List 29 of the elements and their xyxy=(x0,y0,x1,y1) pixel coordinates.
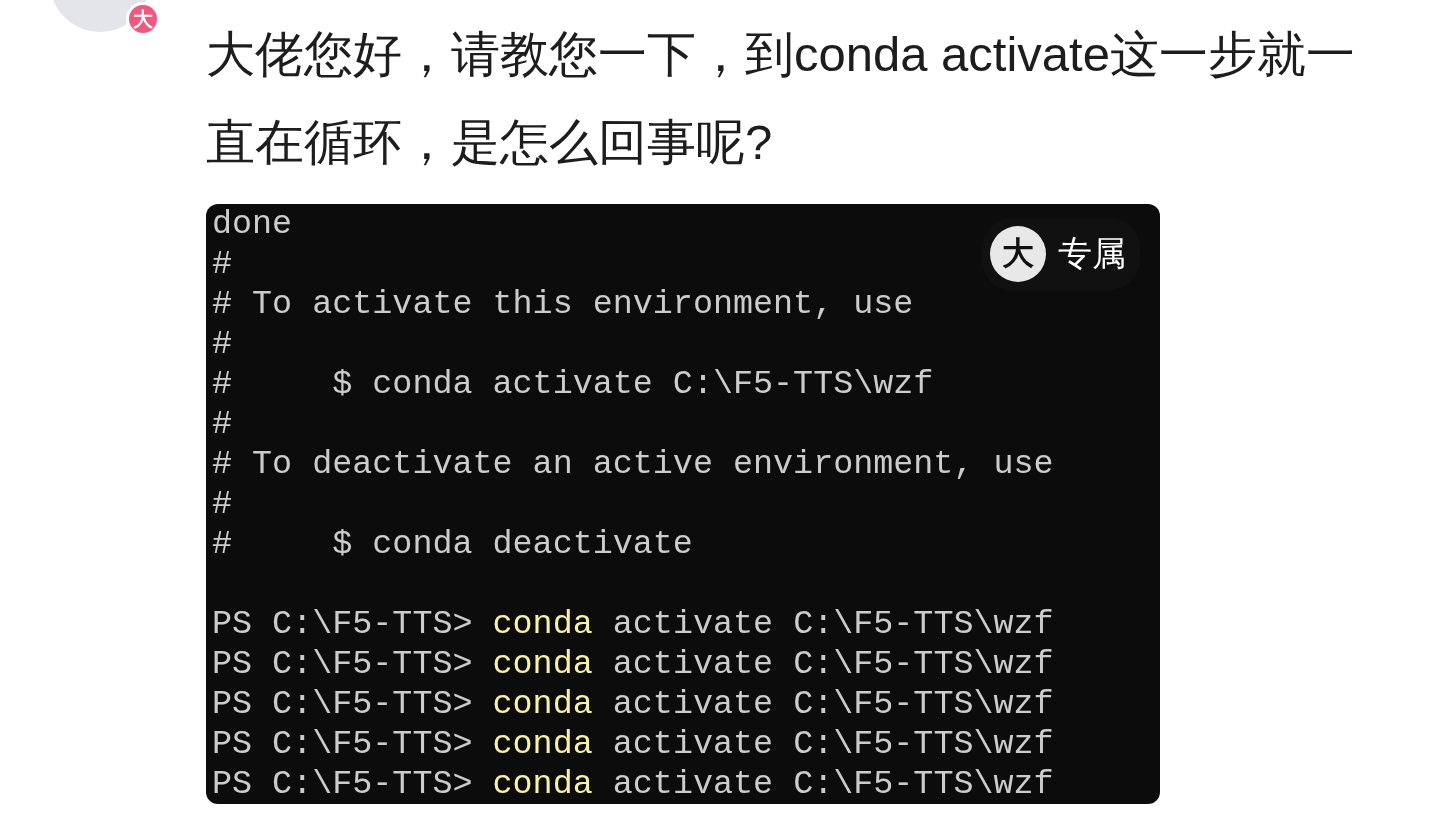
badge-icon: 大 xyxy=(990,226,1046,282)
terminal-arguments: activate C:\F5-TTS\wzf xyxy=(612,645,1054,683)
terminal-command: conda xyxy=(492,645,593,683)
terminal-arguments: activate C:\F5-TTS\wzf xyxy=(612,725,1054,763)
comment-text: 大佬您好，请教您一下，到conda activate这一步就一直在循环，是怎么回事呢? xyxy=(206,26,1356,171)
terminal-command: conda xyxy=(492,605,593,643)
terminal-line: done xyxy=(212,204,293,244)
terminal-command: conda xyxy=(492,725,593,763)
terminal-prompt: PS C:\F5-TTS> xyxy=(212,685,473,723)
terminal-line: # xyxy=(212,324,233,364)
terminal-line: # xyxy=(212,404,233,444)
level-badge: 大 xyxy=(126,2,160,36)
terminal-prompt: PS C:\F5-TTS> xyxy=(212,765,473,803)
terminal-line: # To deactivate an active environment, use xyxy=(212,444,1054,484)
terminal-line: # xyxy=(212,484,233,524)
terminal-command: conda xyxy=(492,765,593,803)
terminal-prompt: PS C:\F5-TTS> xyxy=(212,725,473,763)
badge-label: 专属 xyxy=(1058,232,1126,275)
terminal-arguments: activate C:\F5-TTS\wzf xyxy=(612,765,1054,803)
terminal-line: # $ conda deactivate xyxy=(212,524,693,564)
terminal-line: # xyxy=(212,244,233,284)
terminal-line: # To activate this environment, use xyxy=(212,284,914,324)
terminal-prompt: PS C:\F5-TTS> xyxy=(212,645,473,683)
terminal-line: # $ conda activate C:\F5-TTS\wzf xyxy=(212,364,934,404)
terminal-arguments: activate C:\F5-TTS\wzf xyxy=(612,605,1054,643)
terminal-screenshot[interactable] xyxy=(206,204,1160,804)
terminal-command: conda xyxy=(492,685,593,723)
terminal-prompt: PS C:\F5-TTS> xyxy=(212,605,473,643)
terminal-arguments: activate C:\F5-TTS\wzf xyxy=(612,685,1054,723)
